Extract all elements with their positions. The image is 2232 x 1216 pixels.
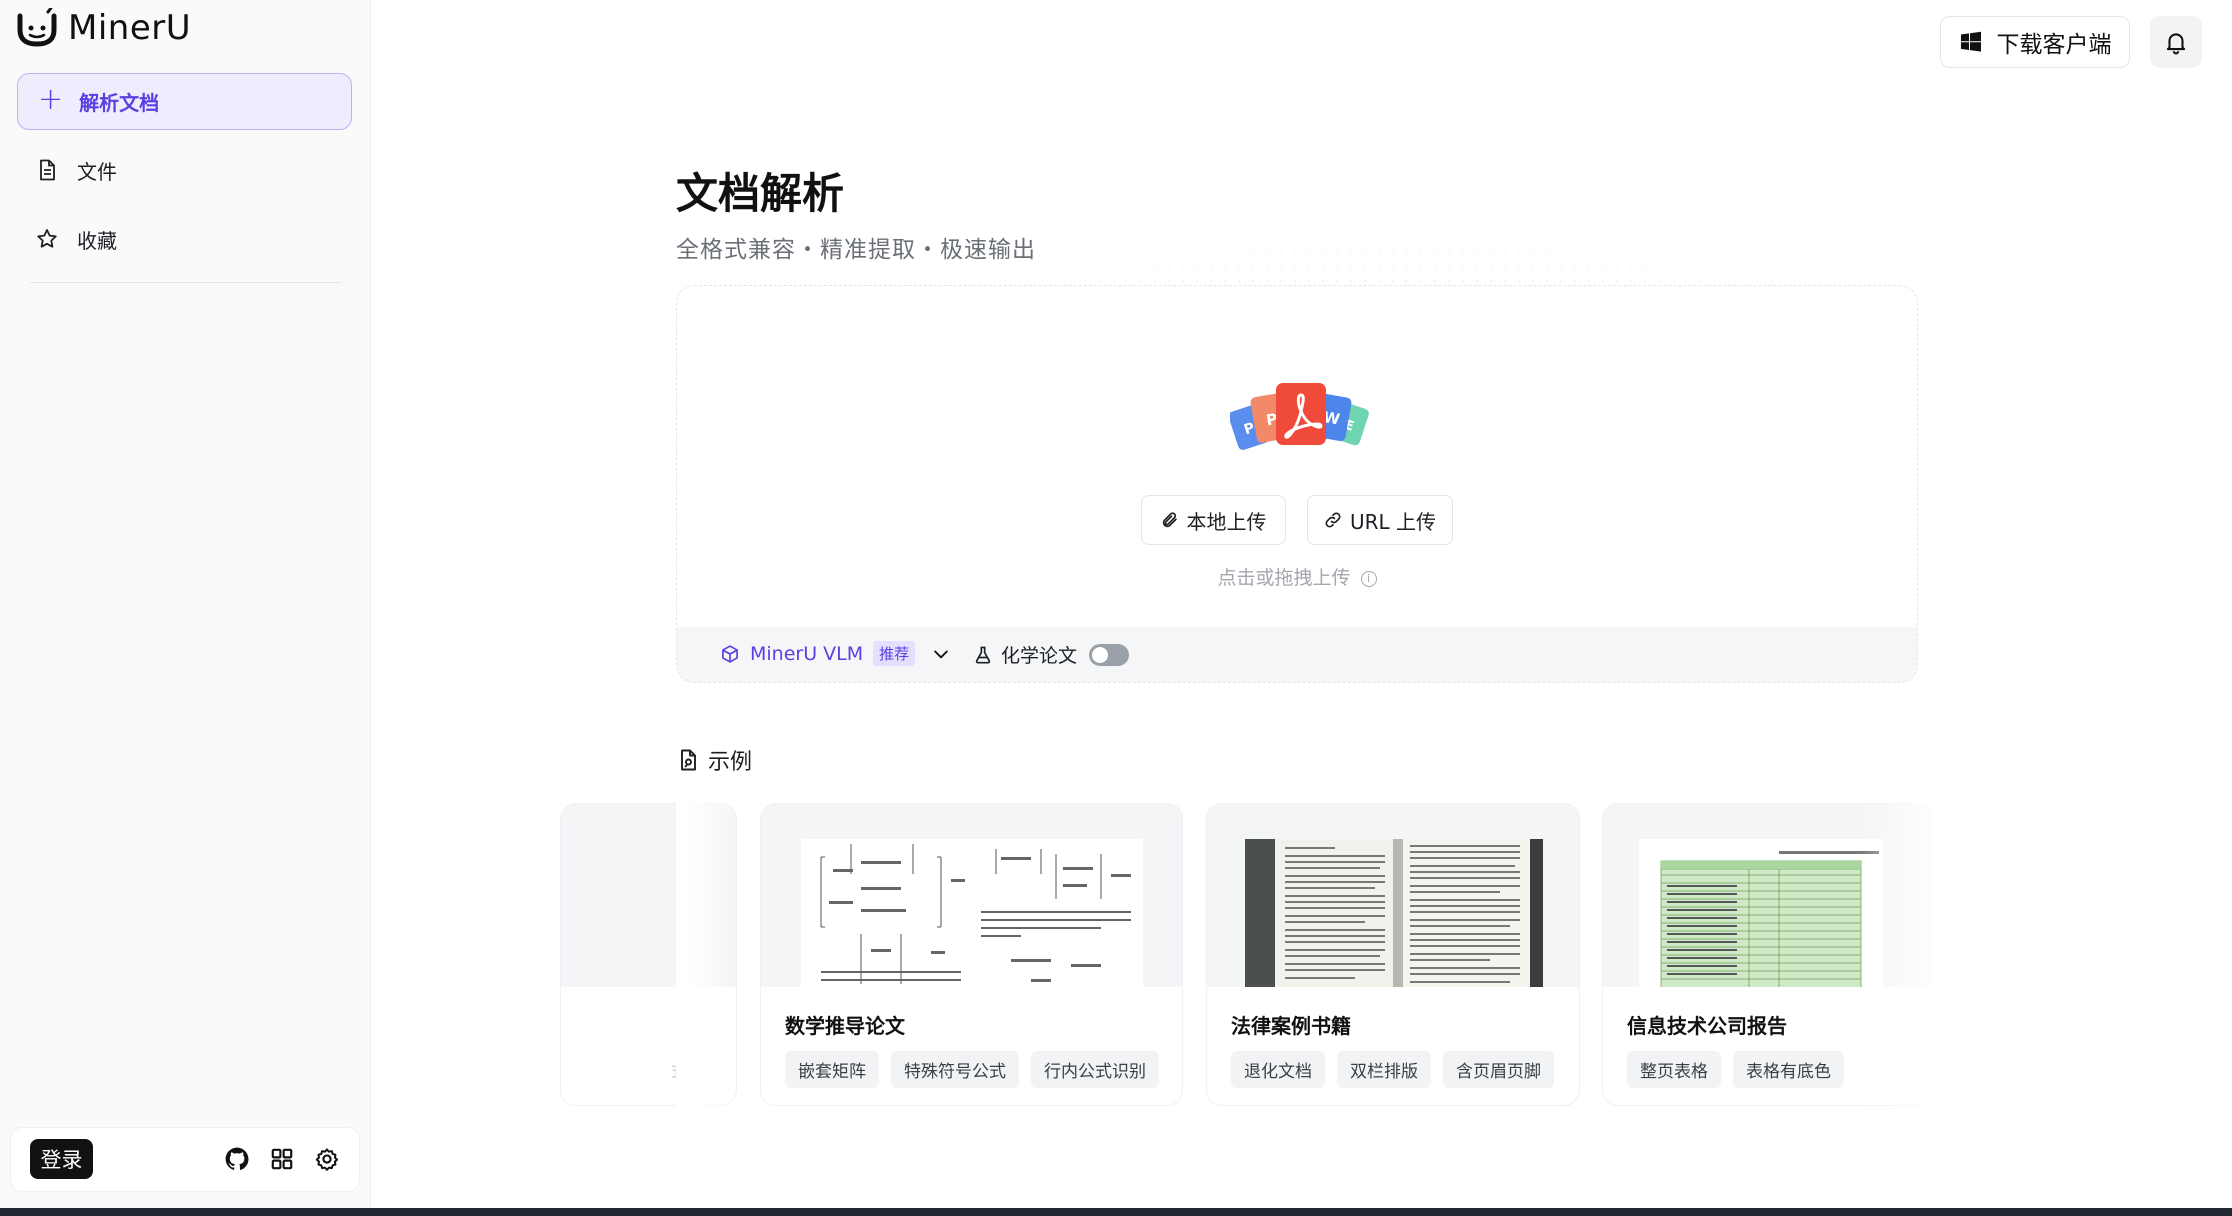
flask-icon: [975, 646, 991, 663]
it-report-preview: [1639, 839, 1883, 987]
examples-heading: 示例: [676, 744, 752, 776]
example-title: 信息技术公司报告: [1627, 1014, 1787, 1038]
link-icon: [1325, 512, 1341, 528]
upload-hint-text: 点击或拖拽上传: [1217, 567, 1351, 589]
page-subtitle: 全格式兼容・精准提取・极速输出: [676, 237, 1036, 263]
chevron-down-icon: [934, 650, 948, 658]
sidebar-item-favorites[interactable]: 收藏: [17, 211, 352, 267]
info-icon[interactable]: i: [1360, 570, 1377, 587]
download-client-label: 下载客户端: [1996, 32, 2112, 58]
file-icon: [40, 159, 55, 181]
examples-title: 示例: [708, 750, 753, 775]
tag: 行内公式识别: [1031, 1051, 1159, 1088]
tag: 表格有底色: [1733, 1051, 1844, 1088]
example-tags: 嵌套矩阵 特殊符号公式 行内公式识别: [785, 1051, 1159, 1088]
divider: [30, 282, 342, 283]
sidebar: MinerU + 解析文档 文件 收藏 登录: [0, 0, 371, 1208]
notifications-button[interactable]: [2150, 16, 2202, 68]
tag: 含页眉页脚: [1443, 1051, 1554, 1088]
tag: 特殊符号公式: [891, 1051, 1019, 1088]
example-thumbnail: [761, 804, 1182, 987]
sidebar-item-label: 文件: [77, 159, 117, 184]
parse-document-button[interactable]: + 解析文档: [17, 73, 352, 130]
star-icon: [37, 229, 57, 248]
sidebar-item-label: 收藏: [77, 228, 117, 253]
url-upload-label: URL 上传: [1349, 509, 1437, 534]
law-book-preview: [1245, 839, 1543, 987]
paperclip-icon: [1162, 512, 1177, 528]
example-card-law-book[interactable]: 法律案例书籍 退化文档 双栏排版 含页眉页脚: [1206, 803, 1580, 1106]
math-paper-preview: [801, 839, 1143, 987]
carousel-fade-left: [676, 795, 736, 1115]
example-title: 法律案例书籍: [1231, 1014, 1351, 1038]
github-icon[interactable]: [224, 1146, 250, 1172]
upload-dropzone[interactable]: P P E W 本地上传 URL 上传 点击或拖拽上传 i MinerU VLM …: [676, 285, 1918, 683]
parse-document-label: 解析文档: [79, 91, 160, 115]
document-image-icon: [681, 749, 696, 771]
example-tags: 退化文档 双栏排版 含页眉页脚: [1231, 1051, 1554, 1088]
local-upload-button[interactable]: 本地上传: [1141, 495, 1286, 545]
model-select[interactable]: MinerU VLM 推荐: [720, 641, 951, 666]
sidebar-footer: 登录: [10, 1127, 360, 1192]
page-title: 文档解析: [676, 169, 845, 218]
windows-icon: [1960, 31, 1981, 52]
tag: 整页表格: [1627, 1051, 1721, 1088]
carousel-fade-right: [1860, 795, 1980, 1115]
model-name: MinerU VLM: [750, 642, 864, 665]
sidebar-item-files[interactable]: 文件: [17, 142, 352, 198]
bell-icon: [2166, 33, 2186, 55]
logo[interactable]: MinerU: [16, 8, 191, 48]
example-title: 数学推导论文: [785, 1014, 905, 1038]
settings-gear-icon[interactable]: [314, 1146, 340, 1172]
apps-grid-icon[interactable]: [269, 1146, 295, 1172]
url-upload-button[interactable]: URL 上传: [1307, 495, 1453, 545]
example-card-math-paper[interactable]: 数学推导论文 嵌套矩阵 特殊符号公式 行内公式识别: [760, 803, 1183, 1106]
example-tags: 整页表格 表格有底色: [1627, 1051, 1844, 1088]
brand-name: MinerU: [68, 8, 192, 48]
example-thumbnail: [1207, 804, 1579, 987]
chemistry-paper-toggle[interactable]: [1089, 643, 1130, 666]
login-button[interactable]: 登录: [30, 1139, 93, 1179]
tag: 退化文档: [1231, 1051, 1325, 1088]
file-types-icon: P P E W: [1230, 383, 1369, 450]
window-bottom-edge: [0, 1208, 2232, 1216]
chemistry-paper-label: 化学论文: [1001, 645, 1078, 667]
download-client-button[interactable]: 下载客户端: [1940, 16, 2130, 68]
recommended-badge: 推荐: [873, 641, 916, 666]
local-upload-label: 本地上传: [1186, 509, 1267, 534]
mineru-logo-icon: [17, 8, 57, 47]
chemistry-paper-option: 化学论文: [973, 641, 1130, 668]
cube-icon: [722, 644, 738, 663]
tag: 双栏排版: [1337, 1051, 1431, 1088]
tag: 嵌套矩阵: [785, 1051, 879, 1088]
upload-hint: 点击或拖拽上传 i: [677, 563, 1917, 590]
plus-icon: +: [38, 82, 64, 117]
parse-options-bar: MinerU VLM 推荐 化学论文: [677, 627, 1917, 682]
